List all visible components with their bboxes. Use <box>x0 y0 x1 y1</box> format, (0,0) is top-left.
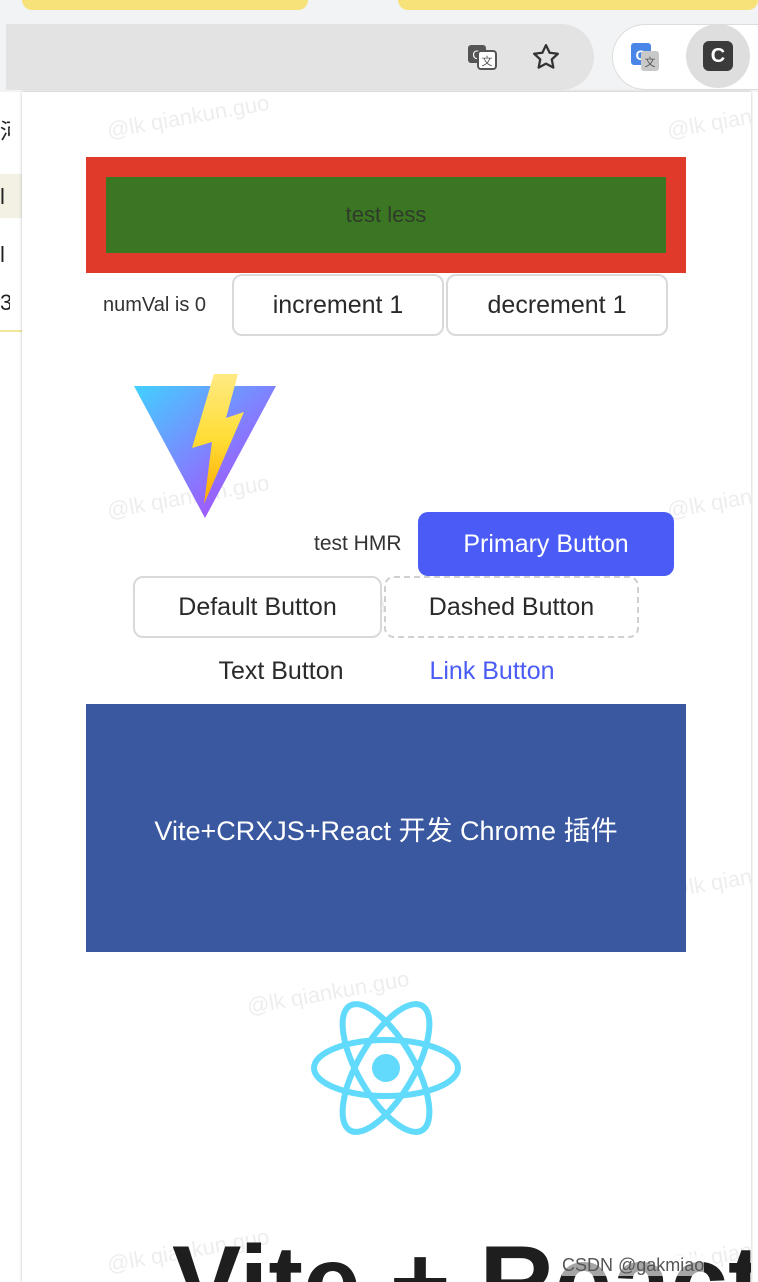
increment-button[interactable]: increment 1 <box>232 274 444 336</box>
less-test-box: test less <box>86 157 686 273</box>
crx-extension-button[interactable]: C <box>686 24 750 88</box>
browser-toolbar: G 文 G 文 C <box>0 0 758 92</box>
vite-logo <box>132 372 278 520</box>
title-banner: Vite+CRXJS+React 开发 Chrome 插件 <box>86 704 686 952</box>
less-test-inner: test less <box>106 177 666 253</box>
bg-text: 3 <box>0 290 10 315</box>
decrement-button[interactable]: decrement 1 <box>446 274 668 336</box>
primary-button[interactable]: Primary Button <box>418 512 674 576</box>
banner-text: Vite+CRXJS+React 开发 Chrome 插件 <box>154 815 618 846</box>
star-icon[interactable] <box>527 38 565 76</box>
bg-text: l <box>0 242 5 267</box>
tab-edge[interactable] <box>22 0 308 10</box>
text-button[interactable]: Text Button <box>181 642 381 700</box>
translate-icon[interactable]: G 文 <box>463 38 501 76</box>
react-logo <box>309 987 463 1149</box>
link-button[interactable]: Link Button <box>392 642 592 700</box>
bg-divider <box>0 330 22 332</box>
background-page: 河 l l 3 <box>0 92 22 1272</box>
watermark: @lk qiankun.guo <box>104 92 272 144</box>
csdn-watermark: CSDN @gakmiao <box>562 1255 705 1276</box>
bg-text: l <box>0 184 5 209</box>
tab-edge[interactable] <box>398 0 758 10</box>
watermark: @lk qiankun.guo <box>664 469 751 524</box>
watermark: @lk qiankun.guo <box>664 92 751 144</box>
svg-text:文: 文 <box>482 54 493 68</box>
num-value-label: numVal is 0 <box>103 294 207 316</box>
crx-extension-icon: C <box>703 41 733 71</box>
hmr-label: test HMR <box>314 532 402 555</box>
google-translate-icon[interactable]: G 文 <box>620 32 670 82</box>
extension-popup: @lk qiankun.guo @lk qiankun.guo @lk qian… <box>22 92 751 1282</box>
default-button[interactable]: Default Button <box>133 576 382 638</box>
less-test-label: test less <box>345 202 427 227</box>
address-bar[interactable] <box>6 24 594 90</box>
bg-text: 河 <box>0 114 10 146</box>
dashed-button[interactable]: Dashed Button <box>384 576 639 638</box>
svg-text:文: 文 <box>645 55 656 69</box>
